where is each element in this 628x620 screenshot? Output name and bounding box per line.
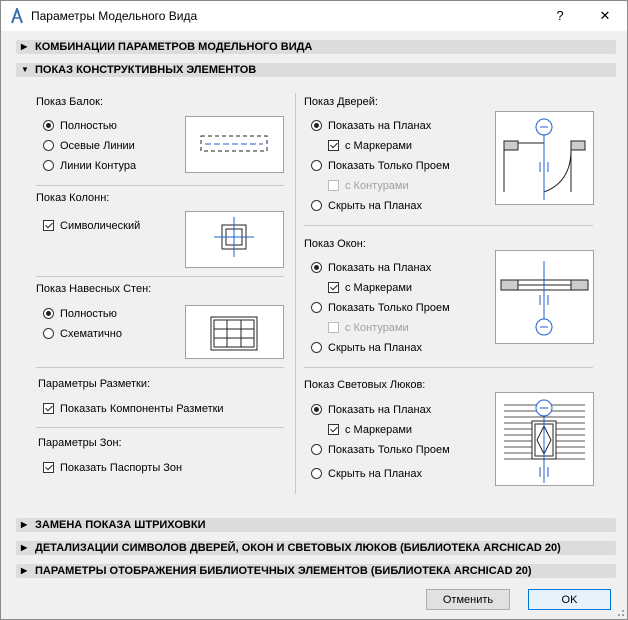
- door-symbol-icon: [503, 118, 586, 200]
- radio-icon: [311, 302, 322, 313]
- help-button[interactable]: ?: [546, 5, 574, 27]
- collapse-arrow-icon: ▼: [21, 65, 29, 74]
- option-label: с Контурами: [345, 180, 409, 192]
- option-label: с Контурами: [345, 322, 409, 334]
- section-label: ПОКАЗ КОНСТРУКТИВНЫХ ЭЛЕМЕНТОВ: [35, 64, 257, 76]
- option-label: Схематично: [60, 328, 122, 340]
- section-combos[interactable]: ▶ КОМБИНАЦИИ ПАРАМЕТРОВ МОДЕЛЬНОГО ВИДА: [16, 40, 616, 54]
- radio-icon: [43, 120, 54, 131]
- checkbox-icon: [43, 462, 54, 473]
- separator: [36, 276, 284, 277]
- separator: [36, 427, 284, 428]
- expand-arrow-icon: ▶: [21, 543, 28, 552]
- radio-icon: [311, 342, 322, 353]
- section-label: ЗАМЕНА ПОКАЗА ШТРИХОВКИ: [35, 519, 206, 531]
- section-construct[interactable]: ▼ ПОКАЗ КОНСТРУКТИВНЫХ ЭЛЕМЕНТОВ: [16, 63, 616, 77]
- option-label: Показать на Планах: [328, 262, 432, 274]
- option-label: Показать Паспорты Зон: [60, 462, 183, 474]
- option-label: Полностью: [60, 120, 117, 132]
- archicad-logo-icon: [11, 8, 23, 24]
- option-label: Полностью: [60, 308, 117, 320]
- option-label: Показать на Планах: [328, 120, 432, 132]
- zones-title: Параметры Зон:: [38, 437, 122, 449]
- curtain-preview: [185, 305, 284, 359]
- option-label: Скрыть на Планах: [328, 342, 422, 354]
- column-symbol-icon: [214, 217, 254, 257]
- markup-title: Параметры Разметки:: [38, 378, 151, 390]
- option-label: Линии Контура: [60, 160, 137, 172]
- option-label: Скрыть на Планах: [328, 200, 422, 212]
- checkbox-icon: [328, 140, 339, 151]
- title-bar: Параметры Модельного Вида ? ✕: [1, 1, 627, 31]
- option-label: с Маркерами: [345, 424, 413, 436]
- option-label: Показать Только Проем: [328, 302, 450, 314]
- separator: [304, 225, 593, 226]
- checkbox-icon: [328, 180, 339, 191]
- window-preview: [495, 250, 594, 344]
- skylights-title: Показ Световых Люков:: [304, 379, 426, 391]
- option-label: Показать Только Проем: [328, 160, 450, 172]
- option-label: Показать Только Проем: [328, 444, 450, 456]
- option-label: с Маркерами: [345, 140, 413, 152]
- windows-title: Показ Окон:: [304, 238, 366, 250]
- close-button[interactable]: ✕: [591, 5, 619, 27]
- option-label: Показать Компоненты Разметки: [60, 403, 224, 415]
- beam-symbol-icon: [200, 135, 268, 152]
- expand-arrow-icon: ▶: [21, 566, 28, 575]
- separator: [36, 185, 284, 186]
- radio-icon: [311, 468, 322, 479]
- section-detail[interactable]: ▶ ДЕТАЛИЗАЦИИ СИМВОЛОВ ДВЕРЕЙ, ОКОН И СВ…: [16, 541, 616, 555]
- section-label: ПАРАМЕТРЫ ОТОБРАЖЕНИЯ БИБЛИОТЕЧНЫХ ЭЛЕМЕ…: [35, 565, 532, 577]
- section-hatch[interactable]: ▶ ЗАМЕНА ПОКАЗА ШТРИХОВКИ: [16, 518, 616, 532]
- option-label: Осевые Линии: [60, 140, 135, 152]
- expand-arrow-icon: ▶: [21, 520, 28, 529]
- section-label: КОМБИНАЦИИ ПАРАМЕТРОВ МОДЕЛЬНОГО ВИДА: [35, 41, 313, 53]
- beams-title: Показ Балок:: [36, 96, 104, 108]
- skylight-preview: [495, 392, 594, 486]
- window-title: Параметры Модельного Вида: [31, 9, 198, 23]
- radio-icon: [43, 308, 54, 319]
- dialog-window: Параметры Модельного Вида ? ✕ ▶ КОМБИНАЦ…: [0, 0, 628, 620]
- curtain-title: Показ Навесных Стен:: [36, 283, 152, 295]
- section-library[interactable]: ▶ ПАРАМЕТРЫ ОТОБРАЖЕНИЯ БИБЛИОТЕЧНЫХ ЭЛЕ…: [16, 564, 616, 578]
- option-label: Скрыть на Планах: [328, 468, 422, 480]
- separator: [304, 367, 593, 368]
- option-label: Символический: [60, 220, 141, 232]
- radio-icon: [311, 200, 322, 211]
- skylight-symbol-icon: [504, 399, 585, 483]
- checkbox-icon: [43, 403, 54, 414]
- checkbox-icon: [328, 282, 339, 293]
- section-label: ДЕТАЛИЗАЦИИ СИМВОЛОВ ДВЕРЕЙ, ОКОН И СВЕТ…: [35, 542, 561, 554]
- radio-icon: [43, 140, 54, 151]
- window-symbol-icon: [500, 261, 589, 336]
- column-preview: [185, 211, 284, 268]
- option-label: Показать на Планах: [328, 404, 432, 416]
- doors-title: Показ Дверей:: [304, 96, 378, 108]
- checkbox-icon: [43, 220, 54, 231]
- radio-icon: [311, 160, 322, 171]
- radio-icon: [311, 120, 322, 131]
- radio-icon: [311, 262, 322, 273]
- cancel-button[interactable]: Отменить: [426, 589, 510, 610]
- column-divider: [295, 93, 296, 494]
- ok-button[interactable]: OK: [528, 589, 611, 610]
- resize-grip-icon[interactable]: [615, 607, 625, 617]
- radio-icon: [43, 328, 54, 339]
- checkbox-icon: [328, 424, 339, 435]
- expand-arrow-icon: ▶: [21, 42, 28, 51]
- separator: [36, 367, 284, 368]
- radio-icon: [43, 160, 54, 171]
- beam-preview: [185, 116, 284, 173]
- curtain-wall-symbol-icon: [210, 316, 258, 351]
- radio-icon: [311, 404, 322, 415]
- radio-icon: [311, 444, 322, 455]
- checkbox-icon: [328, 322, 339, 333]
- door-preview: [495, 111, 594, 205]
- option-label: с Маркерами: [345, 282, 413, 294]
- columns-title: Показ Колонн:: [36, 192, 110, 204]
